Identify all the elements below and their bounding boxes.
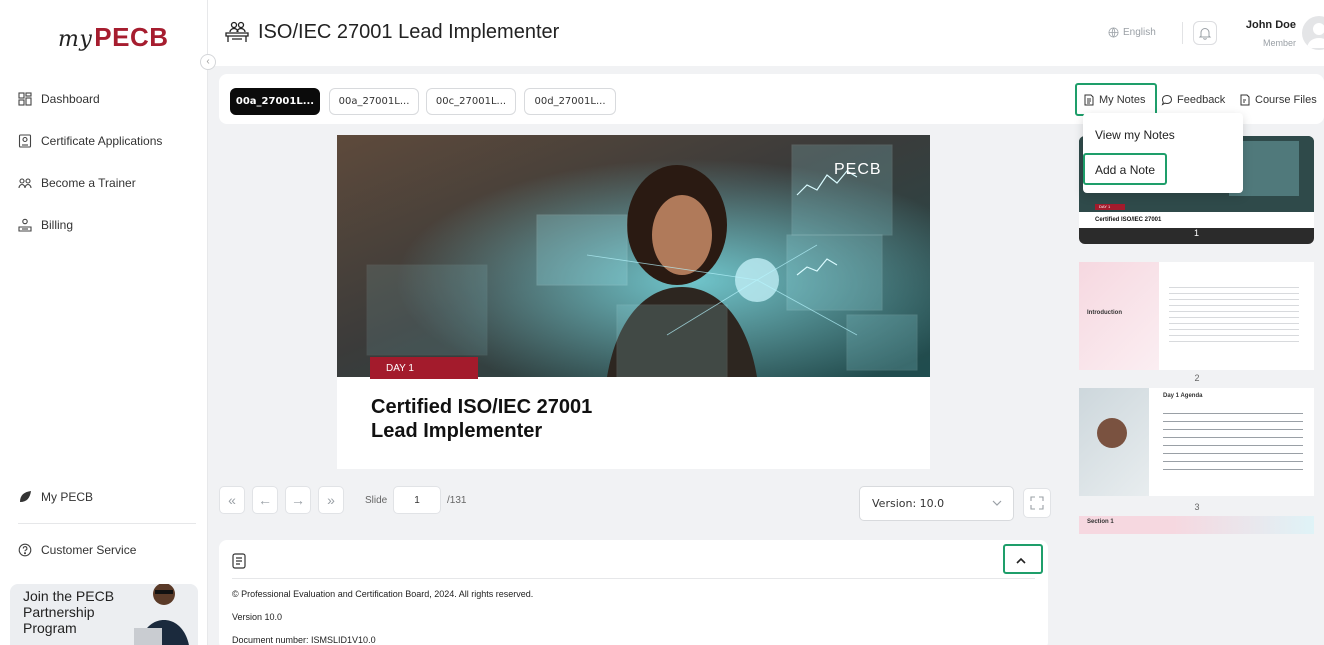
- sidebar-collapse-button[interactable]: ‹: [200, 54, 216, 70]
- header-divider: [1182, 22, 1183, 44]
- sidebar-divider: [18, 523, 196, 524]
- feedback-button[interactable]: Feedback: [1161, 90, 1225, 110]
- logo-my: my: [58, 27, 93, 52]
- slide-title: Certified ISO/IEC 27001 Lead Implementer: [371, 395, 592, 443]
- chevron-up-icon: [1016, 557, 1026, 564]
- sidebar-item-label: My PECB: [41, 490, 94, 504]
- course-files-button[interactable]: Course Files: [1239, 90, 1317, 110]
- collapse-notes-button[interactable]: [1005, 548, 1037, 574]
- bell-icon: [1198, 28, 1212, 40]
- classroom-icon: [225, 21, 249, 42]
- top-header: ISO/IEC 27001 Lead Implementer English J…: [208, 0, 1324, 66]
- pecb-logo[interactable]: myPECB: [58, 22, 169, 53]
- user-avatar[interactable]: [1302, 16, 1324, 50]
- sidebar-item-label: Billing: [41, 218, 74, 232]
- view-my-notes-item[interactable]: View my Notes: [1095, 128, 1175, 142]
- slide-viewer: PECB DAY 1 Certified ISO/IEC 27001 Lead …: [337, 135, 930, 469]
- add-a-note-item[interactable]: Add a Note: [1095, 163, 1155, 177]
- next-slide-button[interactable]: →: [285, 486, 311, 514]
- slide-pecb-mark: PECB: [834, 161, 882, 178]
- double-chevron-left-icon: «: [228, 492, 236, 508]
- document-icon: [232, 553, 246, 569]
- tab-00a[interactable]: 00a_27001L...: [329, 88, 419, 115]
- arrow-left-icon: ←: [258, 492, 272, 508]
- sidebar-item-certificate-applications[interactable]: Certificate Applications: [18, 134, 162, 148]
- thumbnail-2[interactable]: Introduction: [1079, 262, 1314, 370]
- notes-copyright: © Professional Evaluation and Certificat…: [232, 589, 534, 599]
- first-slide-button[interactable]: «: [219, 486, 245, 514]
- slide-notes-panel: © Professional Evaluation and Certificat…: [219, 540, 1048, 645]
- trainer-icon: [18, 176, 32, 190]
- thumbnail-2-number: 2: [1194, 373, 1200, 383]
- sidebar-item-label: Certificate Applications: [41, 134, 163, 148]
- billing-icon: [18, 218, 32, 232]
- sidebar: myPECB Dashboard Certificate Application…: [0, 0, 208, 645]
- file-icon: [1240, 94, 1250, 106]
- user-name: John Doe: [1245, 19, 1296, 31]
- course-files-label: Course Files: [1255, 94, 1317, 106]
- promo-person-illustration: [134, 584, 189, 645]
- slide-label: Slide: [365, 495, 388, 506]
- thumbnail-1-title: Certified ISO/IEC 27001: [1095, 217, 1162, 223]
- notes-icon: [1084, 94, 1094, 106]
- notifications-button[interactable]: [1193, 21, 1217, 45]
- sidebar-item-label: Become a Trainer: [41, 176, 136, 190]
- notes-divider: [232, 578, 1035, 579]
- notes-document-number: Document number: ISMSLID1V10.0: [232, 635, 376, 645]
- fullscreen-button[interactable]: [1023, 488, 1051, 518]
- version-select[interactable]: Version: 10.0: [859, 486, 1014, 521]
- logo-brand: PECB: [94, 22, 169, 52]
- slide-title-line2: Lead Implementer: [371, 420, 543, 442]
- page-title: ISO/IEC 27001 Lead Implementer: [224, 20, 559, 44]
- last-slide-button[interactable]: »: [318, 486, 344, 514]
- my-notes-label: My Notes: [1099, 94, 1146, 106]
- thumbnail-1-badge: DAY 1: [1095, 204, 1125, 210]
- sidebar-item-become-a-trainer[interactable]: Become a Trainer: [18, 176, 136, 190]
- notes-version: Version 10.0: [232, 612, 283, 622]
- leaf-icon: [18, 490, 32, 504]
- version-value: Version: 10.0: [872, 497, 945, 510]
- double-chevron-right-icon: »: [327, 492, 335, 508]
- feedback-label: Feedback: [1177, 94, 1226, 106]
- previous-slide-button[interactable]: ←: [252, 486, 278, 514]
- thumbnail-3-title: Day 1 Agenda: [1163, 393, 1203, 399]
- slide-number-input[interactable]: 1: [393, 486, 441, 514]
- tab-00a-active[interactable]: 00a_27001L...: [230, 88, 320, 115]
- sidebar-item-dashboard[interactable]: Dashboard: [18, 92, 100, 106]
- arrow-right-icon: →: [291, 492, 305, 508]
- notes-dropdown-menu: View my Notes Add a Note: [1083, 113, 1243, 193]
- thumbnail-4-title: Section 1: [1087, 519, 1114, 525]
- avatar-placeholder-icon: [1307, 23, 1324, 48]
- promo-text: Join the PECB Partnership Program: [23, 588, 115, 636]
- thumbnail-4[interactable]: Section 1: [1079, 516, 1314, 534]
- tab-00c[interactable]: 00c_27001L...: [426, 88, 516, 115]
- course-title: ISO/IEC 27001 Lead Implementer: [258, 20, 560, 43]
- sidebar-item-label: Customer Service: [41, 543, 137, 557]
- sidebar-item-customer-service[interactable]: Customer Service: [18, 543, 136, 557]
- user-role: Member: [1262, 38, 1296, 48]
- thumbnail-3[interactable]: Day 1 Agenda: [1079, 388, 1314, 496]
- language-label: English: [1123, 27, 1156, 38]
- sidebar-item-my-pecb[interactable]: My PECB: [18, 490, 93, 504]
- sidebar-item-label: Dashboard: [41, 92, 100, 106]
- dashboard-grid-icon: [18, 92, 32, 106]
- fullscreen-icon: [1030, 496, 1044, 510]
- tab-00d[interactable]: 00d_27001L...: [524, 88, 616, 115]
- day-badge: DAY 1: [370, 357, 478, 379]
- slide-title-line1: Certified ISO/IEC 27001: [371, 396, 593, 418]
- thumbnail-1-number: 1: [1193, 228, 1199, 238]
- certificate-icon: [18, 134, 32, 148]
- chat-bubble-icon: [1161, 94, 1173, 106]
- partnership-promo-card[interactable]: Join the PECB Partnership Program: [10, 584, 198, 645]
- thumbnail-3-number: 3: [1194, 502, 1200, 512]
- sidebar-item-billing[interactable]: Billing: [18, 218, 73, 232]
- language-selector[interactable]: English: [1108, 27, 1156, 38]
- chevron-down-icon: [992, 500, 1002, 506]
- slide-total: /131: [447, 495, 467, 506]
- help-circle-icon: [18, 543, 32, 557]
- thumbnail-2-title: Introduction: [1087, 310, 1122, 316]
- globe-icon: [1108, 27, 1119, 38]
- my-notes-button[interactable]: My Notes: [1083, 90, 1145, 110]
